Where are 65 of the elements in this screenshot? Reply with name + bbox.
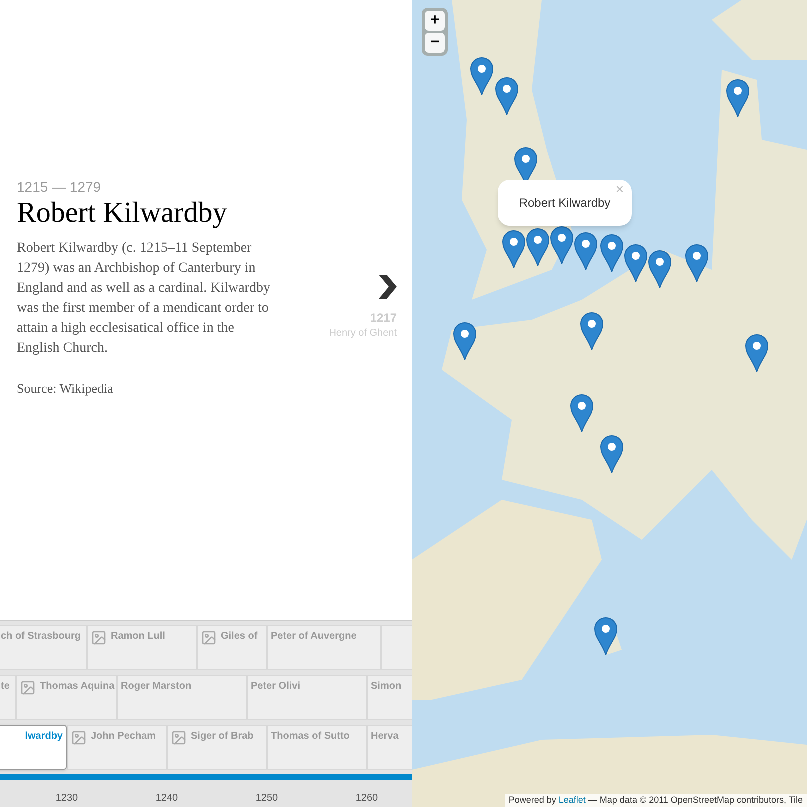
map-pin-icon[interactable] bbox=[550, 226, 574, 264]
life-dates: 1215 — 1279 bbox=[17, 178, 102, 196]
image-icon bbox=[201, 630, 217, 646]
map-pin-icon[interactable] bbox=[648, 250, 672, 288]
biography-text: Robert Kilwardby (c. 1215–11 September 1279) was an Archbishop of Canterbury in England and as well as a cardinal. Kilwardby was the first member of a mendicant order to attain a high ecclesisatical office in the English Church. bbox=[17, 240, 272, 358]
timeline-card[interactable]: te bbox=[0, 675, 16, 720]
popup-title: Robert Kilwardby bbox=[519, 195, 611, 212]
map-pin-icon[interactable] bbox=[570, 394, 594, 432]
timeline-card[interactable]: John Pecham bbox=[67, 725, 167, 770]
image-icon bbox=[20, 680, 36, 696]
map-pin-icon[interactable] bbox=[574, 232, 598, 270]
zoom-out-button[interactable]: − bbox=[425, 33, 445, 53]
timeline-card[interactable]: Simon bbox=[367, 675, 412, 720]
timeline-card[interactable]: Herva bbox=[367, 725, 412, 770]
timeline-card[interactable]: Siger of Brab bbox=[167, 725, 267, 770]
card-title: Peter of Auvergne bbox=[271, 630, 357, 644]
map-pin-icon[interactable] bbox=[685, 244, 709, 282]
card-title: Thomas Aquina bbox=[40, 680, 115, 694]
card-title: Siger of Brab bbox=[191, 730, 254, 744]
map-pin-icon[interactable] bbox=[600, 435, 624, 473]
leaflet-link[interactable]: Leaflet bbox=[558, 795, 586, 805]
close-button[interactable]: × bbox=[616, 182, 624, 196]
map-pin-icon[interactable] bbox=[495, 77, 519, 115]
card-title: Peter Olivi bbox=[251, 680, 300, 694]
year-label: 1250 bbox=[256, 793, 278, 805]
card-title: ch of Strasbourg bbox=[1, 630, 82, 644]
timeline-card[interactable]: Roger Marston bbox=[117, 675, 247, 720]
source-text: Source: Wikipedia bbox=[17, 380, 114, 398]
timeline-card[interactable]: Thomas of Sutto bbox=[267, 725, 367, 770]
card-title: te bbox=[1, 680, 10, 694]
card-title: Giles of bbox=[221, 630, 258, 644]
year-label: 1260 bbox=[356, 793, 378, 805]
map-pin-icon[interactable] bbox=[453, 322, 477, 360]
timeline-card[interactable]: Ramon Lull bbox=[87, 625, 197, 670]
person-name: Robert Kilwardby bbox=[17, 196, 228, 230]
timeline-card[interactable]: Thomas Aquina bbox=[16, 675, 117, 720]
zoom-in-button[interactable]: + bbox=[425, 11, 445, 31]
card-title: Herva bbox=[371, 730, 399, 744]
map-pin-icon[interactable] bbox=[502, 230, 526, 268]
map-pin-icon[interactable] bbox=[580, 312, 604, 350]
map-pin-icon[interactable] bbox=[594, 617, 618, 655]
chevron-right-icon[interactable] bbox=[377, 275, 397, 299]
image-icon bbox=[71, 730, 87, 746]
year-label: 1240 bbox=[156, 793, 178, 805]
card-title: John Pecham bbox=[91, 730, 156, 744]
timeline-card[interactable]: Peter Olivi bbox=[247, 675, 367, 720]
map-pin-icon[interactable] bbox=[745, 334, 769, 372]
timeline-card[interactable]: ch of Strasbourg bbox=[0, 625, 87, 670]
map-pin-icon[interactable] bbox=[624, 244, 648, 282]
card-title: Roger Marston bbox=[121, 680, 192, 694]
card-title: lwardby bbox=[25, 730, 63, 744]
map-pin-icon[interactable] bbox=[726, 79, 750, 117]
map-pin-icon[interactable] bbox=[600, 234, 624, 272]
selected-timeline-card[interactable]: lwardby bbox=[0, 725, 67, 770]
year-label: 1230 bbox=[56, 793, 78, 805]
card-title: Thomas of Sutto bbox=[271, 730, 350, 744]
card-title: Simon bbox=[371, 680, 402, 694]
card-title: Ramon Lull bbox=[111, 630, 166, 644]
attribution-text: Powered by Leaflet — Map data © 2011 OpenStreetMap contributors, Tile bbox=[508, 795, 803, 806]
image-icon bbox=[171, 730, 187, 746]
timeline-card[interactable]: Peter of Auvergne bbox=[267, 625, 381, 670]
timeline-card[interactable]: Giles of bbox=[197, 625, 267, 670]
map-pin-icon[interactable] bbox=[526, 228, 550, 266]
image-icon bbox=[91, 630, 107, 646]
map-pin-icon[interactable] bbox=[470, 57, 494, 95]
